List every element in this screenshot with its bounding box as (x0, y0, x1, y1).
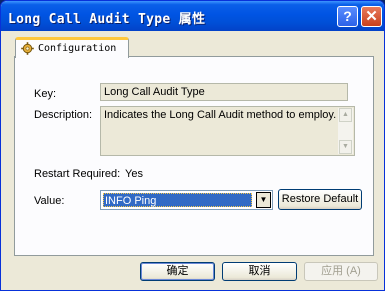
title-bar[interactable]: Long Call Audit Type 属性 ? ✕ (1, 1, 384, 31)
description-field: Indicates the Long Call Audit method to … (100, 106, 355, 156)
value-dropdown[interactable]: INFO Ping ▼ (100, 190, 273, 210)
restart-required-value: Yes (125, 168, 143, 180)
description-label: Description: (34, 109, 93, 121)
dropdown-arrow-icon[interactable]: ▼ (256, 192, 271, 208)
ok-button[interactable]: 确定 (140, 262, 215, 281)
properties-dialog: Long Call Audit Type 属性 ? ✕ Configuratio… (0, 0, 385, 291)
restart-required-label: Restart Required: (34, 168, 121, 180)
key-value: Long Call Audit Type (104, 86, 205, 98)
close-icon: ✕ (365, 8, 378, 25)
key-field: Long Call Audit Type (100, 83, 348, 101)
tab-configuration[interactable]: Configuration (15, 37, 129, 58)
value-selected: INFO Ping (103, 193, 252, 207)
configuration-panel: Key: Long Call Audit Type Description: I… (14, 56, 374, 256)
configuration-gear-icon (21, 42, 34, 55)
help-icon: ? (343, 8, 352, 24)
key-label: Key: (34, 88, 57, 100)
restore-default-button[interactable]: Restore Default (278, 189, 362, 210)
description-scrollbar[interactable]: ▲ ▼ (338, 108, 353, 154)
description-value: Indicates the Long Call Audit method to … (104, 109, 337, 121)
value-label: Value: (34, 195, 65, 207)
apply-button[interactable]: 应用 (A) (304, 262, 378, 281)
window-title: Long Call Audit Type 属性 (8, 12, 206, 27)
dialog-client-area: Configuration Key: Long Call Audit Type … (4, 31, 381, 289)
cancel-button[interactable]: 取消 (222, 262, 297, 281)
help-button[interactable]: ? (337, 6, 358, 27)
close-button[interactable]: ✕ (361, 6, 382, 27)
tab-label: Configuration (38, 43, 117, 54)
scroll-down-arrow-icon[interactable]: ▼ (339, 140, 352, 154)
scroll-up-arrow-icon[interactable]: ▲ (339, 108, 352, 122)
